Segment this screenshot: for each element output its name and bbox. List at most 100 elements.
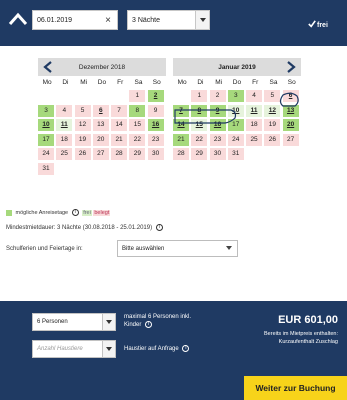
day-cell[interactable]: 27 bbox=[92, 148, 109, 160]
clear-date-icon[interactable]: × bbox=[105, 15, 111, 26]
pets-select[interactable]: Anzahl Haustiere bbox=[32, 340, 116, 358]
day-cell[interactable]: 1 bbox=[191, 90, 208, 102]
day-cell[interactable]: 5 bbox=[264, 90, 281, 102]
day-cell[interactable]: 2 bbox=[147, 90, 164, 102]
day-cell[interactable]: 19 bbox=[264, 119, 281, 131]
day-cell[interactable]: 7 bbox=[111, 104, 128, 117]
pets-note: Haustier auf Anfrage i bbox=[124, 345, 191, 352]
day-cell[interactable]: 5 bbox=[74, 104, 91, 117]
day-cell[interactable]: 14 bbox=[111, 119, 128, 131]
month-title: Januar 2019 bbox=[218, 64, 256, 71]
day-cell[interactable]: 4 bbox=[56, 104, 73, 117]
day-cell[interactable]: 19 bbox=[74, 133, 91, 146]
persons-note: maximal 6 Personen inkl. Kinder i bbox=[124, 313, 204, 329]
day-cell[interactable]: 12 bbox=[264, 104, 281, 117]
day-cell[interactable]: 17 bbox=[227, 119, 244, 131]
day-cell[interactable]: 9 bbox=[147, 104, 164, 117]
chevron-left-icon[interactable] bbox=[43, 61, 53, 73]
day-cell[interactable]: 26 bbox=[74, 148, 91, 160]
day-cell[interactable]: 30 bbox=[147, 148, 164, 160]
day-cell[interactable]: 20 bbox=[282, 119, 299, 131]
day-cell[interactable]: 13 bbox=[282, 104, 299, 117]
day-cell[interactable]: 26 bbox=[264, 133, 281, 146]
day-cell[interactable]: 25 bbox=[56, 148, 73, 160]
day-cell[interactable]: 4 bbox=[246, 90, 263, 102]
day-cell[interactable]: 8 bbox=[129, 104, 146, 117]
check-icon bbox=[308, 20, 316, 28]
day-cell[interactable]: 10 bbox=[38, 119, 54, 131]
weekday-label: So bbox=[287, 79, 296, 86]
empty-cell bbox=[93, 90, 109, 102]
day-cell[interactable]: 25 bbox=[246, 133, 263, 146]
day-cell[interactable]: 8 bbox=[191, 104, 208, 117]
day-cell[interactable]: 9 bbox=[209, 104, 226, 117]
day-cell[interactable]: 17 bbox=[38, 133, 54, 146]
day-cell[interactable]: 28 bbox=[111, 148, 128, 160]
calendar-december: Dezember 2018 Mo Di Mi Do Fr Sa So 12345… bbox=[38, 58, 166, 175]
day-cell[interactable]: 21 bbox=[173, 133, 189, 146]
weekday-label: Mi bbox=[80, 79, 88, 86]
day-cell[interactable]: 14 bbox=[173, 119, 189, 131]
arrival-date-input[interactable]: 06.01.2019 × bbox=[32, 10, 118, 30]
holidays-select-value: Bitte auswählen bbox=[122, 246, 165, 252]
chevron-up-icon[interactable] bbox=[8, 12, 28, 26]
legend: mögliche Anreisetage i frei belegt bbox=[6, 209, 111, 216]
day-cell[interactable]: 3 bbox=[38, 104, 54, 117]
price-note-line: Bereits im Mietpreis enthalten: bbox=[264, 331, 338, 337]
day-cell[interactable]: 11 bbox=[56, 119, 73, 131]
day-cell[interactable]: 6 bbox=[92, 104, 109, 117]
day-cell[interactable]: 18 bbox=[246, 119, 263, 131]
empty-cell bbox=[111, 90, 127, 102]
pets-note-text: Haustier auf Anfrage bbox=[124, 346, 179, 353]
info-icon[interactable]: i bbox=[155, 224, 163, 231]
day-cell[interactable]: 2 bbox=[209, 90, 226, 102]
day-cell[interactable]: 29 bbox=[129, 148, 146, 160]
day-cell[interactable]: 29 bbox=[191, 148, 208, 160]
day-cell[interactable]: 22 bbox=[129, 133, 146, 146]
day-cell[interactable]: 21 bbox=[111, 133, 128, 146]
day-cell[interactable]: 28 bbox=[173, 148, 189, 160]
day-cell[interactable]: 23 bbox=[209, 133, 226, 146]
availability-label: frei bbox=[317, 22, 328, 29]
day-cell[interactable]: 31 bbox=[227, 148, 244, 160]
day-cell[interactable]: 10 bbox=[227, 104, 244, 117]
holidays-label: Schulferien und Feiertage in: bbox=[6, 246, 83, 252]
weekday-label: Sa bbox=[134, 79, 143, 86]
day-cell[interactable]: 1 bbox=[129, 90, 146, 102]
day-cell[interactable]: 22 bbox=[191, 133, 208, 146]
day-cell[interactable]: 16 bbox=[209, 119, 226, 131]
empty-cell bbox=[75, 90, 91, 102]
day-cell[interactable]: 6 bbox=[282, 90, 299, 102]
day-cell[interactable]: 31 bbox=[38, 162, 54, 175]
day-cell[interactable]: 13 bbox=[92, 119, 109, 131]
continue-booking-button[interactable]: Weiter zur Buchung bbox=[244, 376, 347, 400]
day-cell[interactable]: 3 bbox=[227, 90, 244, 102]
day-cell[interactable]: 12 bbox=[74, 119, 91, 131]
arrival-swatch bbox=[6, 209, 12, 216]
price-note-line: Kurzaufenthalt Zuschlag bbox=[278, 339, 338, 345]
persons-select[interactable]: 6 Personen bbox=[32, 313, 116, 331]
nights-value: 3 Nächte bbox=[132, 17, 161, 24]
day-cell[interactable]: 24 bbox=[227, 133, 244, 146]
day-cell[interactable]: 30 bbox=[209, 148, 226, 160]
info-icon[interactable]: i bbox=[71, 209, 79, 216]
day-cell[interactable]: 18 bbox=[56, 133, 73, 146]
weekday-label: Do bbox=[97, 79, 107, 86]
day-cell[interactable]: 7 bbox=[173, 104, 189, 117]
day-cell[interactable]: 24 bbox=[38, 148, 54, 160]
day-cell[interactable]: 16 bbox=[147, 119, 164, 131]
month-title: Dezember 2018 bbox=[78, 64, 126, 71]
day-cell[interactable]: 11 bbox=[246, 104, 263, 117]
nights-select[interactable]: 3 Nächte bbox=[127, 10, 210, 30]
day-cell[interactable]: 15 bbox=[191, 119, 208, 131]
holidays-select[interactable]: Bitte auswählen bbox=[117, 240, 238, 257]
day-cell[interactable]: 20 bbox=[92, 133, 109, 146]
chevron-right-icon[interactable] bbox=[286, 61, 296, 73]
day-cell[interactable]: 23 bbox=[147, 133, 164, 146]
weekday-label: Fr bbox=[252, 79, 259, 86]
day-cell[interactable]: 15 bbox=[129, 119, 146, 131]
day-cell[interactable]: 27 bbox=[282, 133, 299, 146]
info-icon[interactable]: i bbox=[145, 321, 153, 328]
info-icon[interactable]: i bbox=[182, 345, 190, 352]
persons-value: 6 Personen bbox=[37, 319, 68, 325]
